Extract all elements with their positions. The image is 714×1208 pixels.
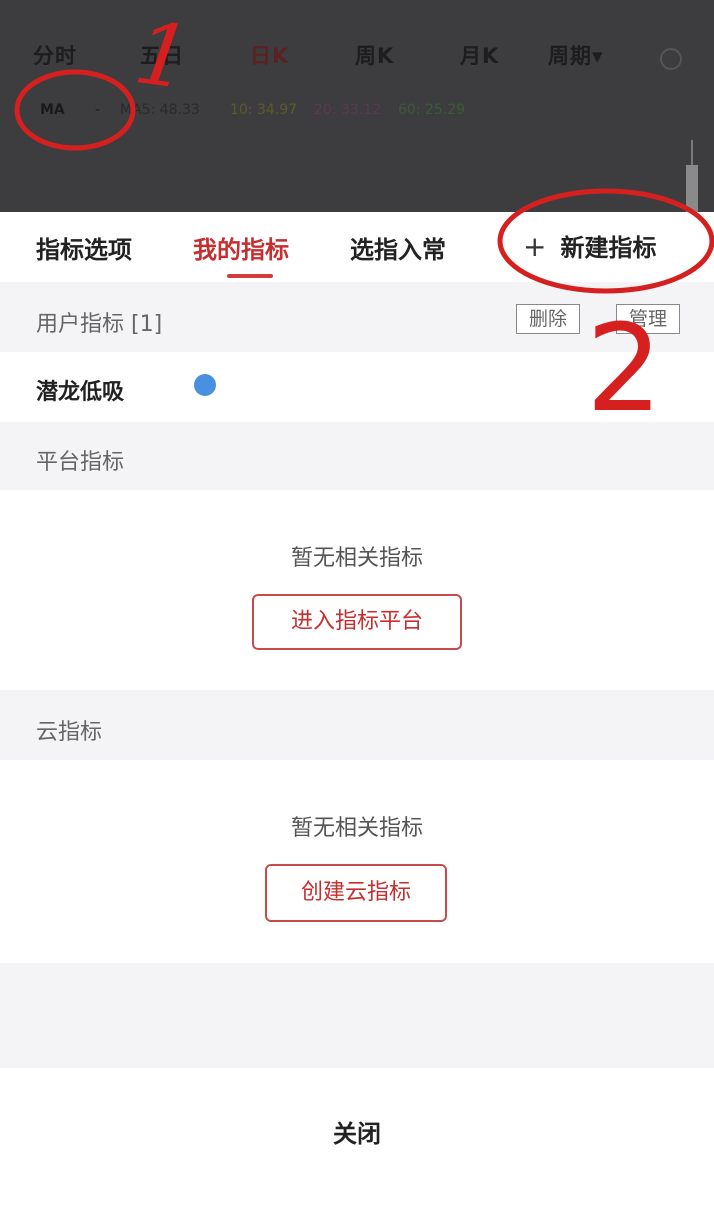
ma20-value: 20: 33.12 <box>314 102 382 118</box>
period-tab-daily[interactable]: 日K <box>250 40 289 70</box>
cloud-empty-area: 暂无相关指标 创建云指标 <box>0 760 714 963</box>
platform-indicators-header: 平台指标 <box>0 422 714 490</box>
user-indicators-header: 用户指标 [1] 删除 管理 <box>0 282 714 352</box>
tab-my-indicators[interactable]: 我的指标 <box>193 230 289 265</box>
period-tab-intraday[interactable]: 分时 <box>33 40 77 70</box>
cloud-indicators-title: 云指标 <box>36 720 103 745</box>
cloud-empty-text: 暂无相关指标 <box>290 816 423 841</box>
new-indicator-label: 新建指标 <box>560 234 657 262</box>
tab-indicator-options[interactable]: 指标选项 <box>36 230 132 265</box>
ma-dash: - <box>95 102 101 118</box>
platform-empty-area: 暂无相关指标 进入指标平台 <box>0 490 714 690</box>
chart-header-dimmed: 分时 五日 日K 周K 月K 周期▾ MA - MA5: 48.33 10: 3… <box>0 0 714 212</box>
user-indicators-title: 用户指标 [1] <box>36 312 163 337</box>
period-dropdown[interactable]: 周期▾ <box>548 40 604 70</box>
create-cloud-indicator-button[interactable]: 创建云指标 <box>265 864 447 922</box>
settings-icon[interactable] <box>660 48 682 70</box>
ma5-value: MA5: 48.33 <box>120 102 200 118</box>
platform-empty-text: 暂无相关指标 <box>290 546 423 571</box>
period-tabs: 分时 五日 日K 周K 月K 周期▾ <box>0 40 714 80</box>
ma60-value: 60: 25.29 <box>398 102 466 118</box>
list-item[interactable]: 潜龙低吸 <box>0 352 714 422</box>
spacer <box>0 963 714 1068</box>
ma-row: MA - MA5: 48.33 10: 34.97 20: 33.12 60: … <box>0 100 714 126</box>
platform-indicators-title: 平台指标 <box>36 450 125 475</box>
indicator-tabbar: 指标选项 我的指标 选指入常 + 新建指标 <box>0 212 714 282</box>
manage-button[interactable]: 管理 <box>616 304 680 334</box>
active-tab-underline <box>227 274 273 278</box>
ma10-value: 10: 34.97 <box>230 102 298 118</box>
period-tab-monthly[interactable]: 月K <box>460 40 499 70</box>
status-dot-icon <box>194 374 216 396</box>
tab-select-indicator[interactable]: 选指入常 <box>350 230 446 265</box>
candle-body <box>686 165 698 212</box>
plus-icon: + <box>523 230 547 263</box>
period-tab-weekly[interactable]: 周K <box>355 40 394 70</box>
close-bar[interactable]: 关闭 <box>0 1068 714 1208</box>
ma-selector[interactable]: MA <box>40 102 65 118</box>
delete-button[interactable]: 删除 <box>516 304 580 334</box>
close-button[interactable]: 关闭 <box>0 1114 714 1149</box>
indicator-name: 潜龙低吸 <box>36 380 125 405</box>
enter-indicator-platform-button[interactable]: 进入指标平台 <box>252 594 462 650</box>
period-tab-5day[interactable]: 五日 <box>140 40 184 70</box>
cloud-indicators-header: 云指标 <box>0 690 714 760</box>
new-indicator-button[interactable]: + 新建指标 <box>523 228 656 263</box>
